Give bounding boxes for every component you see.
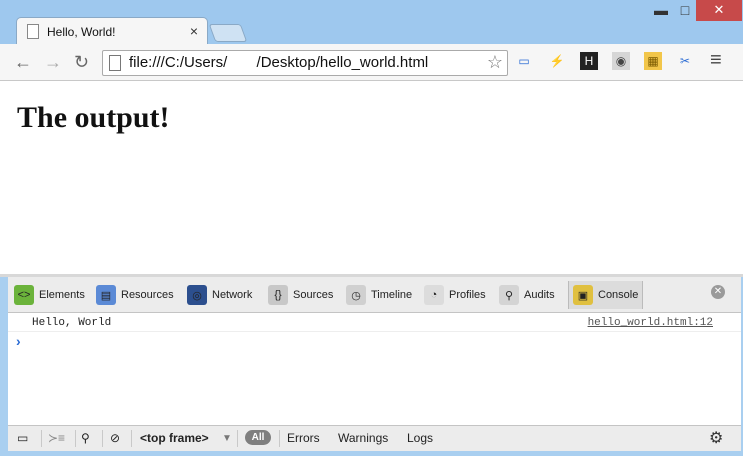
tab-profiles[interactable]: ◔ Profiles bbox=[424, 283, 486, 307]
page-heading: The output! bbox=[17, 101, 170, 134]
scissors-icon[interactable]: ✂ bbox=[676, 52, 694, 70]
chevron-down-icon[interactable]: ▼ bbox=[222, 433, 232, 444]
browser-toolbar: ← → ↻ file:///C:/Users/ /Desktop/hello_w… bbox=[0, 44, 743, 81]
tab-title: Hello, World! bbox=[47, 25, 116, 39]
settings-gear-icon[interactable]: ⚙ bbox=[709, 428, 723, 448]
tab-label: Audits bbox=[524, 289, 555, 301]
tab-label: Sources bbox=[293, 289, 334, 301]
devtools-tabbar: <> Elements ▤ Resources ◎ Network {} Sources ◷ Ti… bbox=[8, 277, 741, 313]
tab-sources[interactable]: {} Sources bbox=[268, 283, 333, 307]
audits-icon: ⚲ bbox=[499, 285, 519, 305]
tab-label: Elements bbox=[39, 289, 85, 301]
tab-elements[interactable]: <> Elements bbox=[14, 283, 85, 307]
page-content: The output! bbox=[0, 81, 743, 274]
tab-label: Console bbox=[598, 289, 639, 301]
lightning-icon[interactable]: ⚡ bbox=[548, 52, 566, 70]
sources-icon: {} bbox=[268, 285, 288, 305]
tab-label: Resources bbox=[121, 289, 174, 301]
resources-icon: ▤ bbox=[96, 285, 116, 305]
wayback-icon[interactable]: ◉ bbox=[612, 52, 630, 70]
close-window-button[interactable]: ✕ bbox=[696, 0, 742, 21]
browser-tab[interactable]: Hello, World! × bbox=[16, 17, 208, 45]
divider bbox=[131, 430, 132, 447]
show-console-icon[interactable]: ≻≡ bbox=[48, 431, 65, 445]
close-devtools-icon[interactable]: ✕ bbox=[711, 285, 725, 299]
menu-icon[interactable]: ≡ bbox=[710, 49, 722, 72]
divider bbox=[237, 430, 238, 447]
tab-label: Timeline bbox=[371, 289, 413, 301]
page-icon bbox=[27, 24, 39, 39]
filter-all-button[interactable]: All bbox=[245, 430, 271, 445]
clear-console-icon[interactable]: ⊘ bbox=[110, 431, 120, 445]
filter-warnings-button[interactable]: Warnings bbox=[338, 431, 388, 445]
forward-icon[interactable]: → bbox=[44, 52, 62, 73]
console-panel: Hello, World hello_world.html:12 › bbox=[8, 313, 741, 425]
console-source-link[interactable]: hello_world.html:12 bbox=[588, 317, 713, 329]
profiles-icon: ◔ bbox=[424, 285, 444, 305]
tab-resources[interactable]: ▤ Resources bbox=[96, 283, 174, 307]
elements-icon: <> bbox=[14, 285, 34, 305]
network-icon: ◎ bbox=[187, 285, 207, 305]
console-message-text: Hello, World bbox=[32, 317, 112, 329]
search-icon[interactable]: ⚲ bbox=[81, 431, 90, 445]
console-icon: ▣ bbox=[573, 285, 593, 305]
title-bar: Hello, World! × ▬ □ ✕ bbox=[0, 0, 743, 45]
reload-icon[interactable]: ↻ bbox=[74, 52, 89, 73]
tab-console[interactable]: ▣ Console bbox=[568, 281, 644, 309]
tab-network[interactable]: ◎ Network bbox=[187, 283, 252, 307]
divider bbox=[41, 430, 42, 447]
divider bbox=[102, 430, 103, 447]
back-icon[interactable]: ← bbox=[14, 52, 32, 73]
tab-timeline[interactable]: ◷ Timeline bbox=[346, 283, 412, 307]
url-text[interactable]: file:///C:/Users/ /Desktop/hello_world.h… bbox=[129, 54, 428, 71]
tab-label: Network bbox=[212, 289, 253, 301]
new-tab-button[interactable] bbox=[208, 24, 248, 42]
divider bbox=[279, 430, 280, 447]
ruler-icon[interactable]: ▦ bbox=[644, 52, 662, 70]
h-extension-icon[interactable]: H bbox=[580, 52, 598, 70]
timeline-icon: ◷ bbox=[346, 285, 366, 305]
close-tab-icon[interactable]: × bbox=[190, 23, 198, 39]
divider bbox=[75, 430, 76, 447]
address-bar[interactable]: file:///C:/Users/ /Desktop/hello_world.h… bbox=[102, 50, 508, 76]
screen-capture-icon[interactable]: ▭ bbox=[515, 52, 533, 70]
bookmark-star-icon[interactable]: ☆ bbox=[487, 52, 503, 73]
file-icon bbox=[109, 55, 121, 71]
tab-label: Profiles bbox=[449, 289, 486, 301]
devtools-statusbar: ▭ ≻≡ ⚲ ⊘ <top frame> ▼ All Errors Warnin… bbox=[8, 425, 741, 451]
minimize-button[interactable]: ▬ bbox=[648, 0, 674, 21]
console-prompt-icon[interactable]: › bbox=[16, 333, 21, 349]
maximize-button[interactable]: □ bbox=[674, 0, 696, 21]
tab-audits[interactable]: ⚲ Audits bbox=[499, 283, 555, 307]
frame-selector[interactable]: <top frame> bbox=[140, 431, 209, 445]
filter-logs-button[interactable]: Logs bbox=[407, 431, 433, 445]
dock-icon[interactable]: ▭ bbox=[17, 431, 28, 445]
console-message: Hello, World hello_world.html:12 bbox=[8, 313, 741, 332]
filter-errors-button[interactable]: Errors bbox=[287, 431, 320, 445]
